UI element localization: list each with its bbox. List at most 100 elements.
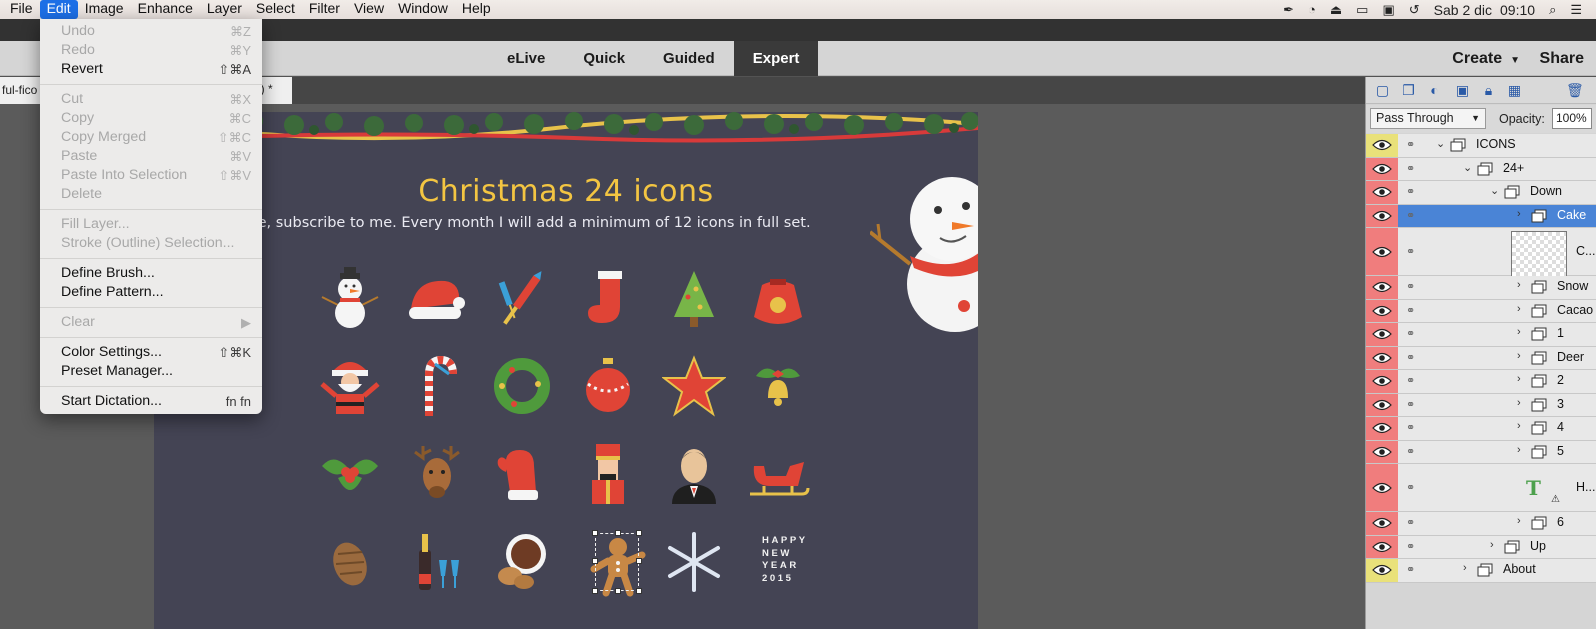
tab-expert[interactable]: Expert	[733, 41, 819, 76]
eye-icon[interactable]	[1372, 446, 1392, 458]
layer-row[interactable]: ⚭ › 4	[1366, 417, 1596, 441]
visibility-column[interactable]	[1366, 559, 1398, 582]
layer-row[interactable]: ⚭ › 6	[1366, 512, 1596, 536]
menu-time[interactable]: 09:10	[1500, 2, 1535, 18]
menu-help[interactable]: Help	[455, 0, 498, 19]
menu-item-start-dictation[interactable]: Start Dictation... fn fn	[40, 392, 262, 411]
visibility-column[interactable]	[1366, 464, 1398, 511]
opacity-input[interactable]: 100%	[1552, 108, 1592, 129]
menu-item-paste-into-selection[interactable]: Paste Into Selection ⇧⌘V	[40, 166, 262, 185]
layer-row[interactable]: ⚭ ⌄ Down	[1366, 181, 1596, 205]
link-icon[interactable]: ⚭	[1406, 304, 1415, 317]
layer-row[interactable]: ⚭ › Up	[1366, 535, 1596, 559]
layer-row[interactable]: ⚭ T ⚠ H...	[1366, 464, 1596, 512]
eye-icon[interactable]	[1372, 281, 1392, 293]
new-group-icon[interactable]: ❐	[1400, 82, 1417, 99]
eye-icon[interactable]	[1372, 422, 1392, 434]
menu-item-define-brush[interactable]: Define Brush...	[40, 264, 262, 283]
layer-row[interactable]: ⚭ › Cacao	[1366, 299, 1596, 323]
menu-item-revert[interactable]: Revert ⇧⌘A	[40, 60, 262, 79]
visibility-column[interactable]	[1366, 370, 1398, 393]
chevron-down-icon[interactable]: ⌄	[1463, 161, 1472, 174]
visibility-column[interactable]	[1366, 535, 1398, 558]
eye-icon[interactable]	[1372, 186, 1392, 198]
transform-handle[interactable]	[615, 530, 621, 536]
transform-handle[interactable]	[636, 558, 642, 564]
chevron-right-icon[interactable]: ›	[1463, 562, 1467, 574]
eye-icon[interactable]	[1372, 210, 1392, 222]
notification-center-icon[interactable]: ☰	[1570, 2, 1582, 18]
visibility-column[interactable]	[1366, 204, 1398, 227]
menu-item-copy[interactable]: Copy ⌘C	[40, 109, 262, 128]
chevron-right-icon[interactable]: ›	[1517, 373, 1521, 385]
menu-item-redo[interactable]: Redo ⌘Y	[40, 41, 262, 60]
chevron-right-icon[interactable]: ›	[1517, 279, 1521, 291]
link-icon[interactable]: ⚭	[1406, 138, 1415, 151]
tab-elive[interactable]: eLive	[488, 41, 564, 76]
menu-layer[interactable]: Layer	[200, 0, 249, 19]
visibility-column[interactable]	[1366, 181, 1398, 204]
menu-item-stroke-selection[interactable]: Stroke (Outline) Selection...	[40, 234, 262, 253]
visibility-column[interactable]	[1366, 440, 1398, 463]
layer-row[interactable]: ⚭ › Deer	[1366, 346, 1596, 370]
visibility-column[interactable]	[1366, 299, 1398, 322]
menu-item-color-settings[interactable]: Color Settings... ⇧⌘K	[40, 343, 262, 362]
airplay-icon[interactable]: ▣	[1382, 2, 1394, 18]
transform-selection-box[interactable]	[592, 530, 642, 594]
chevron-right-icon[interactable]: ›	[1517, 444, 1521, 456]
chevron-right-icon[interactable]: ›	[1517, 397, 1521, 409]
eye-icon[interactable]	[1372, 352, 1392, 364]
layer-row[interactable]: ⚭ › Cake	[1366, 204, 1596, 228]
eye-icon[interactable]	[1372, 139, 1392, 151]
eye-icon[interactable]	[1372, 375, 1392, 387]
eye-icon[interactable]	[1372, 564, 1392, 576]
layer-mask-icon[interactable]: ▣	[1454, 82, 1471, 99]
menu-item-clear[interactable]: Clear ▶	[40, 313, 262, 332]
eye-icon[interactable]	[1372, 517, 1392, 529]
layer-row[interactable]: ⚭ ⌄ ICONS	[1366, 134, 1596, 158]
visibility-column[interactable]	[1366, 157, 1398, 180]
menu-enhance[interactable]: Enhance	[131, 0, 200, 19]
link-icon[interactable]: ⚭	[1406, 516, 1415, 529]
menu-item-copy-merged[interactable]: Copy Merged ⇧⌘C	[40, 128, 262, 147]
canvas-artboard[interactable]: Christmas 24 icons If you like, subscrib…	[154, 112, 978, 629]
chevron-right-icon[interactable]: ›	[1517, 515, 1521, 527]
time-machine-icon[interactable]: ↺	[1409, 2, 1420, 18]
chevron-right-icon[interactable]: ›	[1517, 326, 1521, 338]
chevron-right-icon[interactable]: ›	[1517, 303, 1521, 315]
menu-filter[interactable]: Filter	[302, 0, 347, 19]
feather-icon[interactable]: ✒	[1283, 2, 1294, 18]
menu-item-define-pattern[interactable]: Define Pattern...	[40, 283, 262, 302]
trash-icon[interactable]: 🗑︎	[1566, 82, 1584, 99]
menu-item-delete[interactable]: Delete	[40, 185, 262, 204]
gauge-icon[interactable]: ◔	[1308, 2, 1316, 17]
spotlight-search-icon[interactable]: ⌕	[1549, 2, 1556, 18]
link-icon[interactable]: ⚭	[1406, 445, 1415, 458]
menu-item-preset-manager[interactable]: Preset Manager...	[40, 362, 262, 381]
link-icon[interactable]: ⚭	[1406, 351, 1415, 364]
eye-icon[interactable]	[1372, 163, 1392, 175]
adjustment-layer-icon[interactable]: ◐	[1426, 82, 1443, 99]
layer-row[interactable]: ⚭ › 5	[1366, 440, 1596, 464]
visibility-column[interactable]	[1366, 346, 1398, 369]
chevron-right-icon[interactable]: ›	[1517, 350, 1521, 362]
link-icon[interactable]: ⚭	[1406, 162, 1415, 175]
layer-row[interactable]: ⚭ › 2	[1366, 370, 1596, 394]
eject-icon[interactable]: ⏏	[1330, 2, 1342, 18]
visibility-column[interactable]	[1366, 512, 1398, 535]
menu-edit[interactable]: Edit	[39, 0, 78, 19]
link-icon[interactable]: ⚭	[1406, 540, 1415, 553]
menu-item-fill-layer[interactable]: Fill Layer...	[40, 215, 262, 234]
transform-handle[interactable]	[615, 588, 621, 594]
link-icon[interactable]: ⚭	[1406, 209, 1415, 222]
layer-row[interactable]: ⚭ ⌄ 24+	[1366, 157, 1596, 181]
chevron-down-icon[interactable]: ⌄	[1436, 137, 1445, 150]
new-layer-icon[interactable]: ▢	[1374, 82, 1391, 99]
link-icon[interactable]: ⚭	[1406, 327, 1415, 340]
link-icon[interactable]: ⚭	[1406, 374, 1415, 387]
menu-item-undo[interactable]: Undo ⌘Z	[40, 22, 262, 41]
chevron-right-icon[interactable]: ›	[1490, 539, 1494, 551]
menu-item-paste[interactable]: Paste ⌘V	[40, 147, 262, 166]
menu-window[interactable]: Window	[391, 0, 455, 19]
visibility-column[interactable]	[1366, 134, 1398, 157]
